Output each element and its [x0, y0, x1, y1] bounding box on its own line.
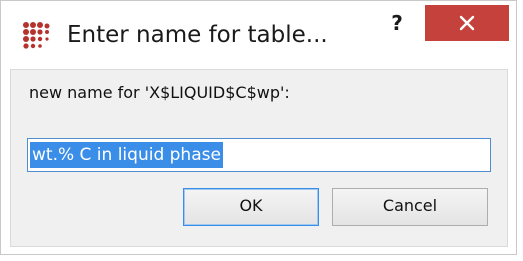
- cancel-button[interactable]: Cancel: [332, 188, 488, 226]
- close-button[interactable]: [425, 5, 509, 41]
- title-bar[interactable]: Enter name for table... ?: [1, 1, 516, 69]
- ok-button[interactable]: OK: [183, 188, 319, 226]
- dots-logo-icon: [22, 21, 54, 51]
- input-selected-text: wt.% C in liquid phase: [30, 142, 223, 168]
- dialog-window: Enter name for table... ? new name for '…: [0, 0, 517, 255]
- prompt-label: new name for 'X$LIQUID$C$wp':: [29, 83, 290, 102]
- help-button[interactable]: ?: [377, 9, 417, 41]
- close-icon: [459, 15, 475, 31]
- window-title: Enter name for table...: [67, 22, 328, 48]
- table-name-input[interactable]: wt.% C in liquid phase: [27, 138, 491, 172]
